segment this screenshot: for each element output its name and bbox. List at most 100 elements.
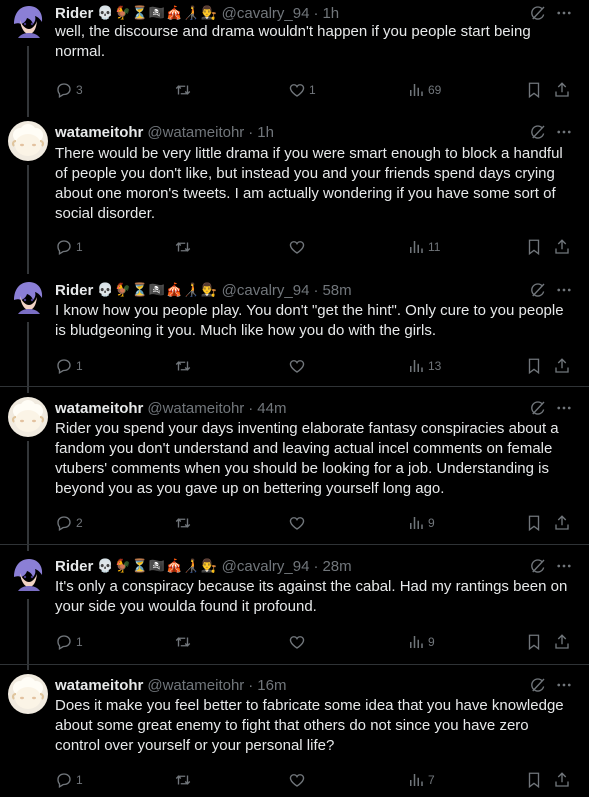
timestamp[interactable]: 16m [257, 677, 286, 694]
repost-button[interactable] [174, 356, 192, 376]
reply-button[interactable]: 1 [55, 770, 83, 790]
grok-button[interactable] [529, 4, 547, 22]
tweet-header: Rider 💀🐓⏳🏴‍☠️🎪🧑‍🦯👨‍⚖️ @cavalry_94 · 1h [55, 3, 339, 23]
tweet-actions: 3 1 69 [55, 80, 575, 100]
share-button[interactable] [553, 80, 571, 100]
more-icon [555, 399, 573, 417]
display-name[interactable]: Rider [55, 282, 93, 299]
bookmark-button[interactable] [525, 356, 543, 376]
views-button[interactable]: 9 [407, 632, 435, 652]
reply-button[interactable]: 3 [55, 80, 83, 100]
share-button[interactable] [553, 237, 571, 257]
reply-button[interactable]: 1 [55, 632, 83, 652]
grok-button[interactable] [529, 399, 547, 417]
thread-connector [27, 441, 29, 551]
reply-count: 2 [76, 516, 83, 530]
divider [0, 544, 589, 545]
share-button[interactable] [553, 632, 571, 652]
more-options-button[interactable] [555, 4, 573, 22]
views-button[interactable]: 7 [407, 770, 435, 790]
timestamp[interactable]: 28m [322, 558, 351, 575]
like-button[interactable] [288, 770, 306, 790]
avatar[interactable] [8, 674, 48, 714]
repost-button[interactable] [174, 80, 192, 100]
more-icon [555, 123, 573, 141]
bookmark-button[interactable] [525, 80, 543, 100]
avatar[interactable] [8, 555, 48, 595]
grok-button[interactable] [529, 123, 547, 141]
display-name[interactable]: watameitohr [55, 124, 143, 141]
bookmark-icon [525, 514, 543, 532]
repost-icon [174, 357, 192, 375]
grok-icon [529, 4, 547, 22]
display-name[interactable]: watameitohr [55, 400, 143, 417]
views-button[interactable]: 11 [407, 237, 440, 257]
views-icon [407, 633, 425, 651]
user-handle[interactable]: @watameitohr [147, 400, 244, 417]
reply-button[interactable]: 2 [55, 513, 83, 533]
bookmark-button[interactable] [525, 632, 543, 652]
views-icon [407, 357, 425, 375]
user-handle[interactable]: @watameitohr [147, 677, 244, 694]
grok-button[interactable] [529, 676, 547, 694]
avatar[interactable] [8, 397, 48, 437]
reply-count: 1 [76, 773, 83, 787]
timestamp[interactable]: 1h [257, 124, 274, 141]
timestamp[interactable]: 1h [322, 5, 339, 22]
avatar[interactable] [8, 121, 48, 161]
repost-button[interactable] [174, 632, 192, 652]
user-handle[interactable]: @cavalry_94 [222, 558, 310, 575]
grok-button[interactable] [529, 557, 547, 575]
timestamp[interactable]: 58m [322, 282, 351, 299]
tweet-text: I know how you people play. You don't "g… [55, 302, 564, 339]
name-emojis: 💀🐓⏳🏴‍☠️🎪🧑‍🦯👨‍⚖️ [97, 5, 218, 21]
like-button[interactable] [288, 237, 306, 257]
views-button[interactable]: 9 [407, 513, 435, 533]
reply-button[interactable]: 1 [55, 356, 83, 376]
user-handle[interactable]: @cavalry_94 [222, 282, 310, 299]
share-button[interactable] [553, 770, 571, 790]
repost-button[interactable] [174, 237, 192, 257]
more-options-button[interactable] [555, 676, 573, 694]
repost-button[interactable] [174, 513, 192, 533]
separator-dot: · [313, 4, 319, 22]
more-icon [555, 4, 573, 22]
purple-hair-avatar-image [8, 278, 48, 318]
more-options-button[interactable] [555, 399, 573, 417]
views-button[interactable]: 69 [407, 80, 441, 100]
thread-connector [27, 165, 29, 274]
more-icon [555, 557, 573, 575]
more-options-button[interactable] [555, 123, 573, 141]
views-button[interactable]: 13 [407, 356, 441, 376]
repost-button[interactable] [174, 770, 192, 790]
tweet-text: well, the discourse and drama wouldn't h… [55, 23, 531, 60]
reply-icon [55, 771, 73, 789]
more-options-button[interactable] [555, 557, 573, 575]
more-icon [555, 281, 573, 299]
like-button[interactable]: 1 [288, 80, 316, 100]
avatar[interactable] [8, 278, 48, 318]
reply-button[interactable]: 1 [55, 237, 83, 257]
grok-icon [529, 557, 547, 575]
like-button[interactable] [288, 356, 306, 376]
grok-button[interactable] [529, 281, 547, 299]
more-options-button[interactable] [555, 281, 573, 299]
share-button[interactable] [553, 356, 571, 376]
repost-icon [174, 81, 192, 99]
display-name[interactable]: watameitohr [55, 677, 143, 694]
tweet-header: watameitohr @watameitohr · 1h [55, 122, 274, 142]
bookmark-button[interactable] [525, 237, 543, 257]
avatar[interactable] [8, 2, 48, 42]
share-icon [553, 238, 571, 256]
user-handle[interactable]: @cavalry_94 [222, 5, 310, 22]
display-name[interactable]: Rider [55, 558, 93, 575]
timestamp[interactable]: 44m [257, 400, 286, 417]
like-count: 1 [309, 83, 316, 97]
display-name[interactable]: Rider [55, 5, 93, 22]
like-button[interactable] [288, 513, 306, 533]
like-button[interactable] [288, 632, 306, 652]
user-handle[interactable]: @watameitohr [147, 124, 244, 141]
bookmark-button[interactable] [525, 770, 543, 790]
share-button[interactable] [553, 513, 571, 533]
bookmark-button[interactable] [525, 513, 543, 533]
